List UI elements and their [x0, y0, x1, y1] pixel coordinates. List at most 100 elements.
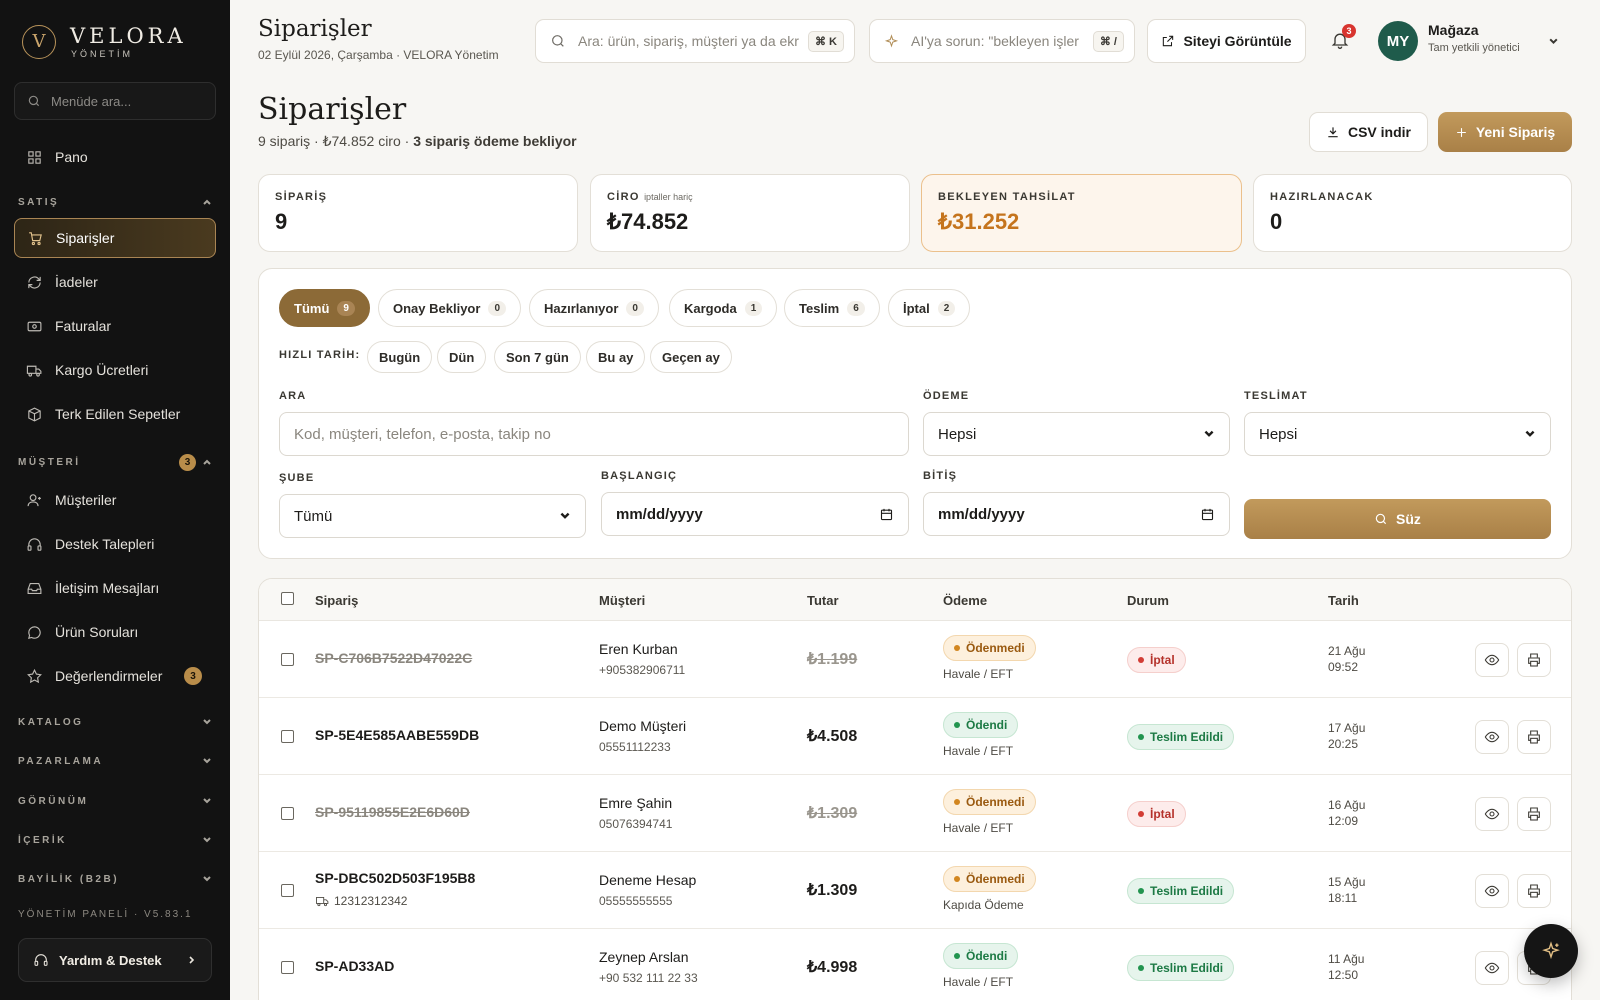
sidebar-group-content[interactable]: İÇERİK — [18, 832, 212, 848]
printer-icon — [1528, 884, 1540, 898]
sidebar-item-orders[interactable]: Siparişler — [14, 218, 216, 258]
sidebar-item-returns[interactable]: İadeler — [14, 262, 216, 302]
view-order-button[interactable] — [1475, 720, 1509, 754]
sidebar-group-customer[interactable]: MÜŞTERİ 3 — [18, 453, 212, 471]
sidebar-item-label: Kargo Ücretleri — [55, 362, 149, 378]
print-order-button[interactable] — [1517, 643, 1551, 677]
sidebar-group-appearance[interactable]: GÖRÜNÜM — [18, 793, 212, 809]
menu-search-input[interactable]: Menüde ara... — [14, 82, 216, 120]
stat-label: CİRO — [607, 191, 640, 203]
global-search-input[interactable]: Ara: ürün, sipariş, müşteri ya da ekr ⌘ … — [535, 19, 855, 63]
calendar-icon — [1201, 508, 1214, 520]
view-site-button[interactable]: Siteyi Görüntüle — [1147, 19, 1306, 63]
sidebar-group-marketing[interactable]: PAZARLAMA — [18, 753, 212, 769]
column-header[interactable]: Durum — [1127, 593, 1169, 608]
start-date-input[interactable]: mm/dd/yyyy — [601, 492, 909, 536]
sidebar-item-shipping[interactable]: Kargo Ücretleri — [14, 350, 216, 390]
tab-cancelled[interactable]: İptal 2 — [888, 289, 971, 327]
sidebar-item-messages[interactable]: İletişim Mesajları — [14, 568, 216, 608]
quick-date-today[interactable]: Bugün — [367, 341, 433, 373]
sidebar-item-abandoned-carts[interactable]: Terk Edilen Sepetler — [14, 394, 216, 434]
order-search-input[interactable]: Kod, müşteri, telefon, e-posta, takip no — [279, 412, 909, 456]
view-order-button[interactable] — [1475, 797, 1509, 831]
brand-logo[interactable]: V VELORA YÖNETİM — [22, 24, 187, 59]
table-row[interactable]: SP-95119855E2E6D60D Emre Şahin 050763947… — [259, 775, 1571, 852]
new-order-button[interactable]: Yeni Sipariş — [1438, 112, 1572, 152]
column-header[interactable]: Sipariş — [315, 593, 358, 608]
filter-submit-button[interactable]: Süz — [1244, 499, 1551, 539]
column-header[interactable]: Müşteri — [599, 593, 645, 608]
order-code[interactable]: SP-DBC502D503F195B8 — [315, 870, 475, 886]
row-checkbox[interactable] — [281, 961, 294, 974]
tab-all[interactable]: Tümü 9 — [279, 289, 370, 327]
view-order-button[interactable] — [1475, 874, 1509, 908]
chevron-down-icon[interactable] — [1548, 36, 1559, 47]
customer-phone: +90 532 111 22 33 — [599, 971, 698, 985]
tab-awaiting-approval[interactable]: Onay Bekliyor 0 — [378, 289, 521, 327]
end-date-label: BİTİŞ — [923, 470, 958, 482]
customer-phone: 05551112233 — [599, 740, 671, 754]
csv-download-button[interactable]: CSV indir — [1309, 112, 1428, 152]
table-row[interactable]: SP-DBC502D503F195B8 12312312342 Deneme H… — [259, 852, 1571, 929]
customer-phone: 05076394741 — [599, 817, 673, 831]
delivery-select[interactable]: Hepsi — [1244, 412, 1551, 456]
quick-date-this-month[interactable]: Bu ay — [586, 341, 646, 373]
print-order-button[interactable] — [1517, 720, 1551, 754]
column-header[interactable]: Tutar — [807, 593, 839, 608]
order-status-label: Teslim Edildi — [1150, 961, 1224, 975]
print-order-button[interactable] — [1517, 797, 1551, 831]
column-header[interactable]: Tarih — [1328, 593, 1359, 608]
quick-date-last-month[interactable]: Geçen ay — [650, 341, 732, 373]
select-all-checkbox[interactable] — [281, 592, 294, 605]
sidebar-item-invoices[interactable]: Faturalar — [14, 306, 216, 346]
quick-date-last-7-days[interactable]: Son 7 gün — [494, 341, 581, 373]
payment-select[interactable]: Hepsi — [923, 412, 1230, 456]
row-checkbox[interactable] — [281, 653, 294, 666]
tab-preparing[interactable]: Hazırlanıyor 0 — [529, 289, 659, 327]
order-status-badge: Teslim Edildi — [1127, 878, 1235, 904]
chevron-up-icon — [203, 459, 211, 465]
sidebar-item-support[interactable]: Destek Talepleri — [14, 524, 216, 564]
sidebar-item-reviews[interactable]: Değerlendirmeler 3 — [14, 656, 216, 696]
order-code[interactable]: SP-C706B7522D47022C — [315, 650, 472, 666]
view-order-button[interactable] — [1475, 643, 1509, 677]
tab-delivered[interactable]: Teslim 6 — [784, 289, 880, 327]
sidebar-item-product-questions[interactable]: Ürün Soruları — [14, 612, 216, 652]
ai-assistant-button[interactable] — [1524, 924, 1578, 978]
help-support-button[interactable]: Yardım & Destek — [18, 938, 212, 982]
sidebar-group-label: MÜŞTERİ — [18, 456, 81, 468]
order-day: 16 Ağu — [1328, 798, 1366, 812]
chevron-down-icon — [203, 758, 211, 764]
notification-count-badge: 3 — [1342, 24, 1356, 38]
tab-shipped[interactable]: Kargoda 1 — [669, 289, 778, 327]
order-code[interactable]: SP-AD33AD — [315, 958, 394, 974]
sidebar-group-b2b[interactable]: BAYİLİK (B2B) — [18, 871, 212, 887]
table-row[interactable]: SP-5E4E585AABE559DB Demo Müşteri 0555111… — [259, 698, 1571, 775]
sidebar-item-label: Terk Edilen Sepetler — [55, 406, 181, 422]
quick-date-yesterday[interactable]: Dün — [437, 341, 487, 373]
ai-ask-input[interactable]: AI'ya sorun: "bekleyen işler ⌘ / — [869, 19, 1135, 63]
end-date-input[interactable]: mm/dd/yyyy — [923, 492, 1230, 536]
view-order-button[interactable] — [1475, 951, 1509, 985]
notifications-button[interactable]: 3 — [1330, 24, 1356, 52]
sidebar-item-customers[interactable]: Müşteriler — [14, 480, 216, 520]
avatar[interactable]: MY — [1378, 21, 1418, 61]
sidebar-item-dashboard[interactable]: Pano — [14, 137, 216, 177]
headset-icon — [27, 537, 42, 551]
row-checkbox[interactable] — [281, 884, 294, 897]
eye-icon — [1484, 808, 1500, 820]
sidebar-group-sales[interactable]: SATIŞ — [18, 194, 212, 210]
order-code[interactable]: SP-95119855E2E6D60D — [315, 804, 470, 820]
table-row[interactable]: SP-AD33AD Zeynep Arslan +90 532 111 22 3… — [259, 929, 1571, 1000]
branch-select[interactable]: Tümü — [279, 494, 586, 538]
row-checkbox[interactable] — [281, 807, 294, 820]
table-row[interactable]: SP-C706B7522D47022C Eren Kurban +9053829… — [259, 621, 1571, 698]
sidebar-group-catalog[interactable]: KATALOG — [18, 714, 212, 730]
user-name[interactable]: Mağaza — [1428, 22, 1479, 38]
delivery-filter-label: TESLİMAT — [1244, 390, 1308, 402]
column-header[interactable]: Ödeme — [943, 593, 987, 608]
order-code[interactable]: SP-5E4E585AABE559DB — [315, 727, 479, 743]
row-checkbox[interactable] — [281, 730, 294, 743]
chevron-down-icon — [203, 837, 211, 843]
print-order-button[interactable] — [1517, 874, 1551, 908]
